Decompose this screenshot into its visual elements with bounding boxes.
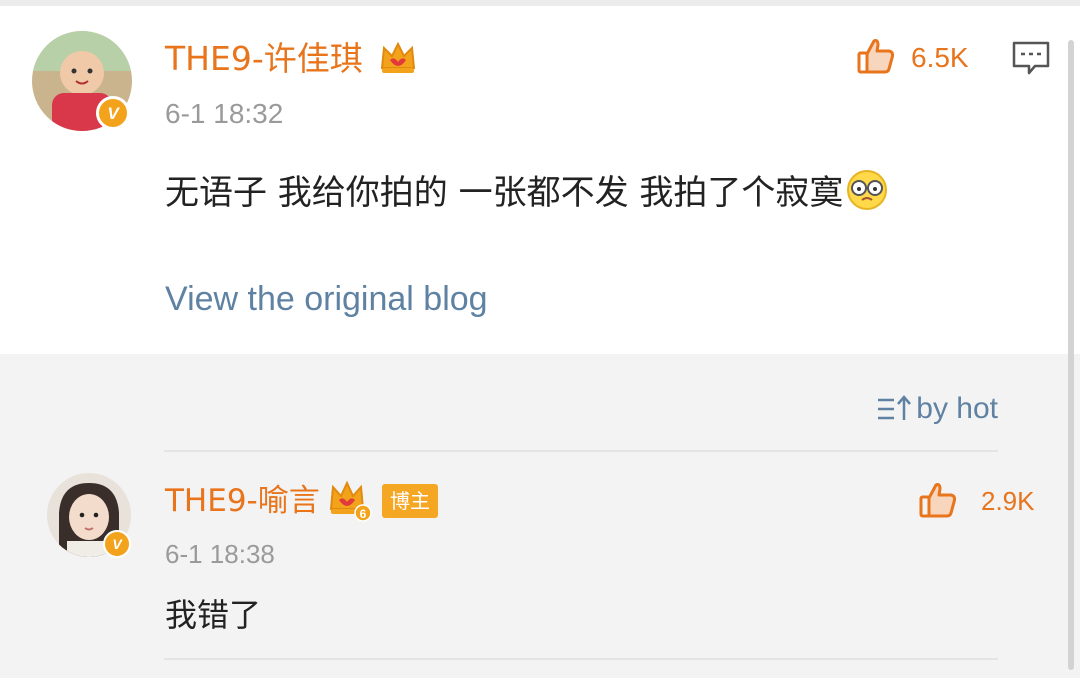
original-post: V THE9-许佳琪 6-1 18:32 6.5K 无语子 我给你拍的 一张都不… <box>0 6 1080 354</box>
crown-icon <box>380 41 416 73</box>
comments-section: by hot V THE9-喻言 6 博主 6-1 18:38 2.9K 我错了 <box>0 354 1080 678</box>
post-time: 6-1 18:32 <box>165 98 284 129</box>
sort-label: by hot <box>916 392 998 425</box>
crown-level-icon: 6 <box>329 480 372 522</box>
comment-icon[interactable] <box>1011 40 1051 78</box>
comment-time: 6-1 18:38 <box>165 539 275 569</box>
nerd-face-emoji-icon <box>847 170 888 210</box>
blogger-tag: 博主 <box>382 484 438 518</box>
comment-verified-badge: V <box>103 530 131 558</box>
scrollbar[interactable] <box>1068 40 1074 670</box>
comment-content: 我错了 <box>165 596 262 634</box>
like-icon[interactable] <box>856 36 896 76</box>
post-like-count: 6.5K <box>911 42 969 73</box>
verified-badge: V <box>96 96 130 130</box>
comment-like-icon[interactable] <box>918 480 958 520</box>
view-original-blog-link[interactable]: View the original blog <box>165 279 488 319</box>
sort-by-hot-button[interactable]: by hot <box>876 392 998 426</box>
sort-icon <box>878 395 912 420</box>
comment-bottom-divider <box>164 658 998 660</box>
post-username[interactable]: THE9-许佳琪 <box>165 39 363 79</box>
comment-username[interactable]: THE9-喻言 <box>165 481 320 521</box>
post-content: 无语子 我给你拍的 一张都不发 我拍了个寂寞 <box>165 168 889 214</box>
comment-like-count: 2.9K <box>981 486 1035 516</box>
crown-level-number: 6 <box>360 507 367 521</box>
comments-divider <box>164 450 998 452</box>
